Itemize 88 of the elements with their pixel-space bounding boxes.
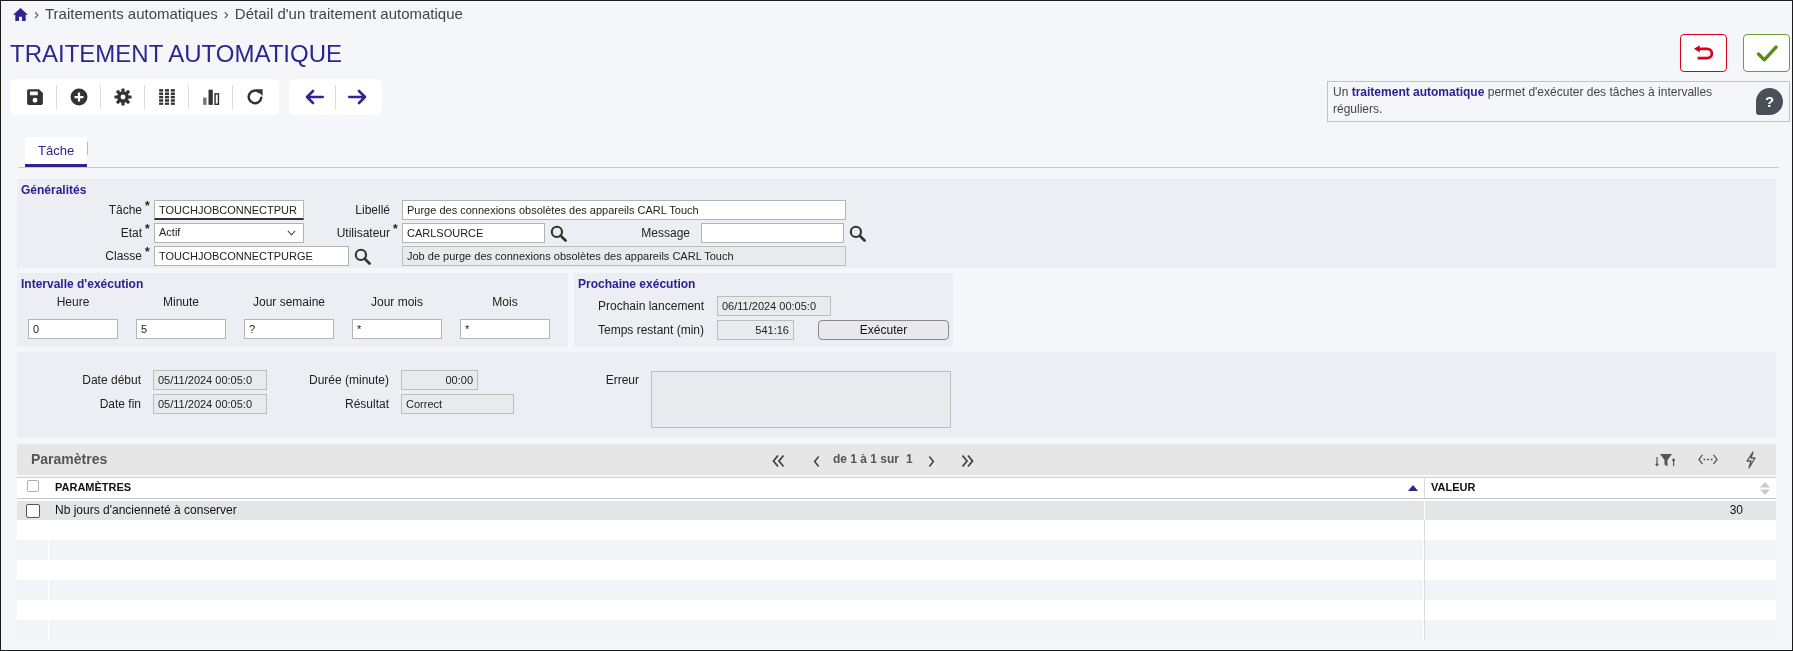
text-field[interactable]: Purge des connexions obsolètes des appareils CARL Touch <box>402 200 846 220</box>
field-label: Classe <box>104 248 142 264</box>
section-title: Généralités <box>21 183 88 197</box>
table-row[interactable]: Nb jours d'ancienneté à conserver 30 <box>17 501 1776 520</box>
text-field[interactable]: 5 <box>136 319 226 339</box>
tab[interactable]: Tâche <box>25 137 88 167</box>
grid-title: Paramètres <box>30 451 109 468</box>
column-header[interactable]: VALEUR <box>1425 478 1776 498</box>
table-cell-text: Nb jours d'ancienneté à conserver <box>54 502 238 519</box>
breadcrumb-separator: › <box>34 5 39 23</box>
double-arrow-icon <box>1698 454 1718 465</box>
arrow-left-icon <box>303 89 324 105</box>
chevron-down-icon <box>287 230 296 236</box>
table-cell-text: 30 <box>1728 502 1744 519</box>
text-field[interactable]: TOUCHJOBCONNECTPUR <box>154 200 304 220</box>
bar-chart-icon <box>201 88 220 106</box>
field-label: Résultat <box>343 396 389 412</box>
funnel-arrows-icon <box>1655 451 1675 468</box>
checkmark-icon <box>1755 44 1778 62</box>
home-icon[interactable] <box>13 7 28 21</box>
row-checkbox[interactable] <box>26 503 40 518</box>
search-button[interactable] <box>548 223 568 243</box>
select-all-checkbox[interactable] <box>27 480 39 492</box>
readonly-field[interactable]: Job de purge des connexions obsolètes des appareils CARL Touch <box>402 246 846 266</box>
execute-button[interactable]: Exécuter <box>818 320 949 340</box>
chevron-right-icon <box>927 454 936 468</box>
help-text: Un traitement automatique permet d'exécuter des tâches à intervalles réguliers. <box>1333 84 1714 118</box>
search-button[interactable] <box>352 246 372 266</box>
columns-icon <box>157 88 176 106</box>
field-label: Heure <box>55 295 91 309</box>
dropdown-field[interactable]: Actif <box>154 223 304 243</box>
readonly-field[interactable]: Correct <box>401 394 514 414</box>
field-label: Mois <box>491 295 519 309</box>
text-field[interactable] <box>701 223 844 243</box>
readonly-field[interactable]: 05/11/2024 00:05:0 <box>153 370 267 390</box>
confirm-button[interactable] <box>1743 34 1790 72</box>
breadcrumb-current: Détail d'un traitement automatique <box>234 5 463 23</box>
breadcrumb-link[interactable]: Traitements automatiques <box>45 5 218 23</box>
field-label: Jour mois <box>370 295 424 309</box>
text-field[interactable]: 0 <box>28 319 118 339</box>
double-chevron-left-icon <box>771 454 785 468</box>
field-label: Libellé <box>354 202 390 218</box>
required-asterisk: * <box>144 223 151 235</box>
section-title: Intervalle d'exécution <box>21 277 145 291</box>
field-label: Jour semaine <box>251 295 326 309</box>
field-label: Date fin <box>98 396 141 412</box>
field-label: Erreur <box>604 372 639 388</box>
undo-arrow-icon <box>1692 44 1715 62</box>
text-field[interactable]: TOUCHJOBCONNECTPURGE <box>154 246 349 266</box>
arrow-right-icon <box>347 89 368 105</box>
text-field[interactable]: CARLSOURCE <box>402 223 545 243</box>
search-icon <box>353 247 371 265</box>
field-label: Date début <box>81 372 141 388</box>
field-label: Durée (minute) <box>307 372 389 388</box>
readonly-field[interactable]: 00:00 <box>401 370 478 390</box>
field-label: Minute <box>162 295 200 309</box>
section-title: Prochaine exécution <box>578 277 697 291</box>
search-icon <box>848 224 866 242</box>
required-asterisk: * <box>144 200 151 212</box>
text-field[interactable]: * <box>352 319 442 339</box>
readonly-field[interactable]: 05/11/2024 00:05:0 <box>153 394 267 414</box>
error-field[interactable] <box>651 371 951 428</box>
readonly-field[interactable]: 06/11/2024 00:05:0 <box>717 296 831 316</box>
search-icon <box>549 224 567 242</box>
readonly-field[interactable]: 541:16 <box>717 320 794 340</box>
field-label: Etat <box>119 225 142 241</box>
field-label: Prochain lancement <box>598 298 706 314</box>
lightning-icon <box>1745 450 1757 469</box>
chevron-left-icon <box>812 454 820 468</box>
page-title: TRAITEMENT AUTOMATIQUE <box>10 39 344 69</box>
field-label: Tâche <box>107 202 142 218</box>
pager-total: 1 <box>906 451 913 467</box>
required-asterisk: * <box>392 223 399 235</box>
double-chevron-right-icon <box>960 454 975 468</box>
search-button[interactable] <box>847 223 867 243</box>
required-asterisk: * <box>144 246 151 258</box>
text-field[interactable]: ? <box>244 319 334 339</box>
refresh-icon <box>245 88 264 106</box>
field-label: Temps restant (min) <box>598 322 706 338</box>
cancel-button[interactable] <box>1680 34 1727 72</box>
text-field[interactable]: * <box>460 319 550 339</box>
pager-text: de 1 à 1 sur <box>833 451 900 467</box>
gear-icon <box>113 88 132 106</box>
help-button[interactable]: ? <box>1756 88 1783 115</box>
field-label: Message <box>640 225 690 241</box>
field-label: Utilisateur <box>335 225 390 241</box>
breadcrumb-separator: › <box>223 5 229 23</box>
column-header[interactable]: PARAMÈTRES <box>49 478 1424 498</box>
